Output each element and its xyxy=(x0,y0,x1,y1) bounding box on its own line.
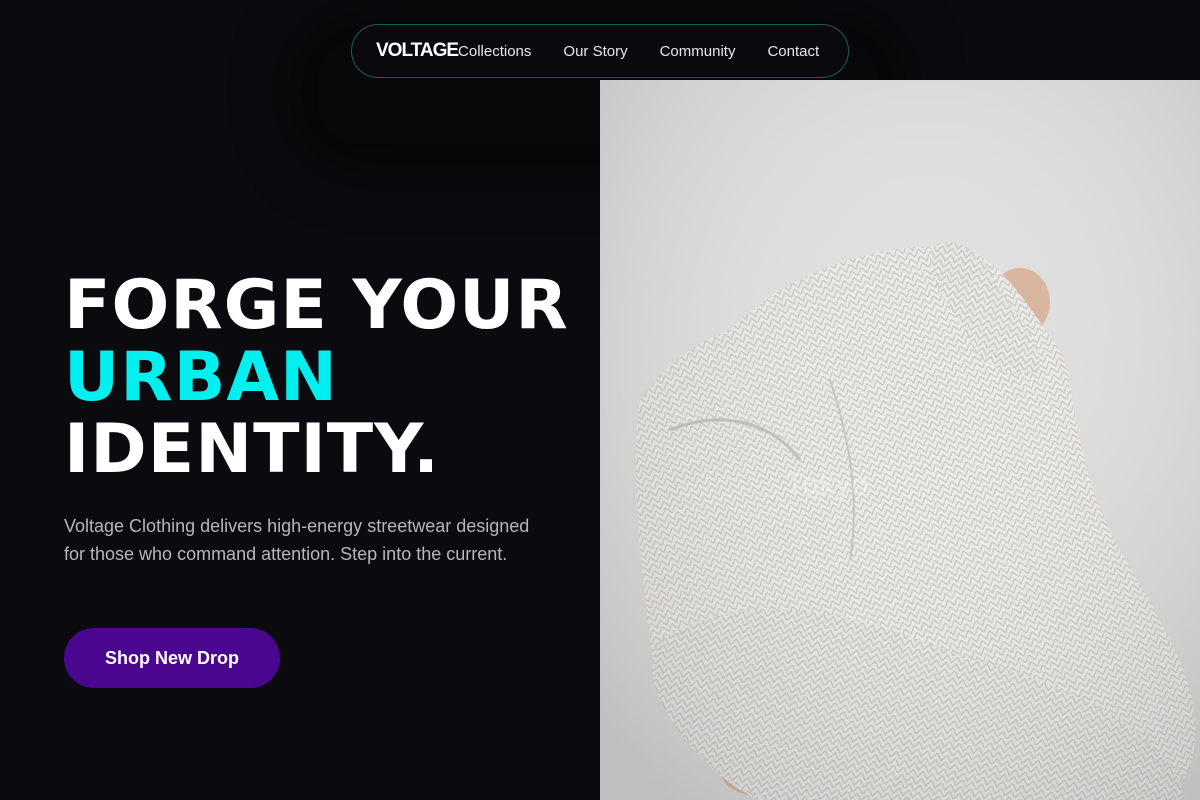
landing-page: VOLTAGE Collections Our Story Community … xyxy=(0,0,1200,800)
hero-description: Voltage Clothing delivers high-energy st… xyxy=(64,516,530,564)
nav-link-collections[interactable]: Collections xyxy=(458,43,531,60)
headline-line-1: FORGE YOUR xyxy=(64,266,569,345)
nav-link-contact[interactable]: Contact xyxy=(767,43,819,60)
hero-headline: FORGE YOUR URBAN IDENTITY. xyxy=(64,270,569,486)
nav-links: Collections Our Story Community Contact xyxy=(458,43,819,60)
headline-line-3: IDENTITY. xyxy=(64,410,440,489)
hero-product-image: Tokyo xyxy=(600,80,1200,800)
sweater-model-illustration xyxy=(600,80,1200,800)
nav-link-community[interactable]: Community xyxy=(660,43,736,60)
brand-logo[interactable]: VOLTAGE xyxy=(376,40,459,62)
headline-line-2-accent: URBAN xyxy=(64,338,338,417)
nav-link-our-story[interactable]: Our Story xyxy=(563,43,627,60)
top-navigation: VOLTAGE Collections Our Story Community … xyxy=(351,24,849,78)
image-watermark-text: Tokyo xyxy=(786,468,870,501)
shop-new-drop-button[interactable]: Shop New Drop xyxy=(64,628,280,688)
